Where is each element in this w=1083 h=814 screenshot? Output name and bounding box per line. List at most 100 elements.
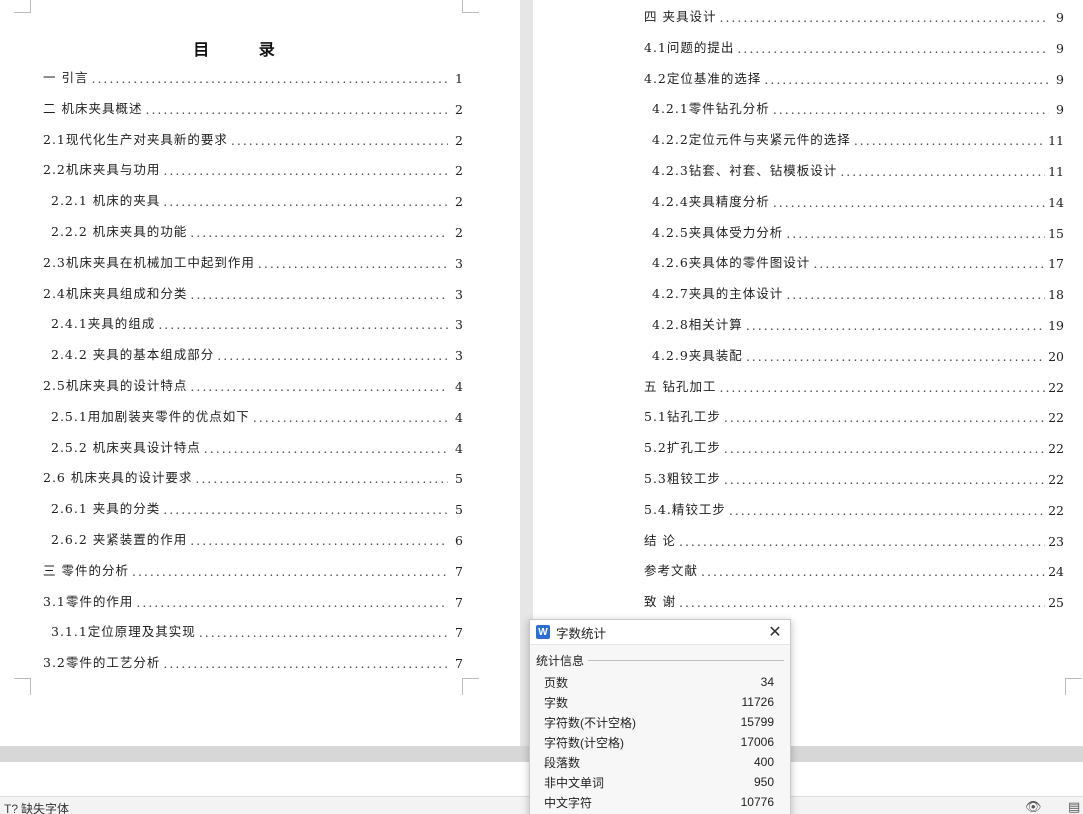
toc-entry-page: 22 <box>1048 379 1064 395</box>
toc-entry-page: 19 <box>1048 318 1064 333</box>
toc-entry-text: 4.2.7夹具的主体设计 <box>652 286 784 302</box>
toc-entry[interactable]: 三 零件的分析.................................… <box>43 559 463 579</box>
toc-entry-page: 2 <box>455 132 463 148</box>
toc-leader-dots: ........................................… <box>745 348 1045 364</box>
page-corner-mark <box>462 678 479 695</box>
toc-entry[interactable]: 5.2扩孔工步.................................… <box>644 436 1064 456</box>
toc-entry[interactable]: 4.2.5夹具体受力分析............................… <box>652 221 1064 241</box>
toc-entry[interactable]: 4.2.2定位元件与夹紧元件的选择.......................… <box>652 128 1064 148</box>
section-label: 统计信息 <box>536 654 585 668</box>
toc-entry-text: 3.2零件的工艺分析 <box>43 655 161 671</box>
dialog-titlebar[interactable]: W 字数统计 ✕ <box>530 620 790 645</box>
toc-entry[interactable]: 2.2.1 机床的夹具.............................… <box>51 189 463 209</box>
toc-entry[interactable]: 4.2.1零件钻孔分析.............................… <box>652 97 1064 117</box>
toc-entry-page: 2 <box>455 194 463 210</box>
toc-entry-page: 9 <box>1056 71 1064 87</box>
toc-leader-dots: ........................................… <box>190 225 448 240</box>
toc-entry[interactable]: 5.3粗铰工步.................................… <box>644 467 1064 487</box>
toc-entry-text: 二 机床夹具概述 <box>43 100 143 116</box>
toc-entry[interactable]: 4.2定位基准的选择..............................… <box>644 67 1064 87</box>
toc-entry-text: 4.2.2定位元件与夹紧元件的选择 <box>652 132 851 148</box>
toc-entry-text: 2.2机床夹具与功用 <box>43 162 161 178</box>
toc-entry-page: 3 <box>455 286 463 302</box>
toc-entry[interactable]: 2.5.2 机床夹具设计特点..........................… <box>51 436 463 456</box>
toc-entry-page: 22 <box>1048 502 1064 518</box>
toc-entry[interactable]: 结 论.....................................… <box>644 529 1064 549</box>
toc-entry[interactable]: 4.2.6夹具体的零件图设计..........................… <box>652 251 1064 271</box>
toc-entry-text: 一 引言 <box>43 70 89 85</box>
toc-entry[interactable]: 3.2零件的工艺分析..............................… <box>43 651 463 671</box>
toc-leader-dots: ........................................… <box>158 317 448 333</box>
toc-entry[interactable]: 3.1.1定位原理及其实现...........................… <box>51 620 463 640</box>
toc-leader-dots: ........................................… <box>131 563 448 579</box>
toc-entry[interactable]: 5.1钻孔工步.................................… <box>644 405 1064 425</box>
toc-leader-dots: ........................................… <box>678 533 1045 549</box>
toc-entry[interactable]: 参考文献....................................… <box>644 559 1064 579</box>
toc-entry[interactable]: 4.2.8相关计算...............................… <box>652 313 1064 333</box>
toc-entry-page: 9 <box>1056 40 1064 56</box>
toc-leader-dots: ........................................… <box>198 625 448 641</box>
stat-value: 34 <box>760 675 774 689</box>
toc-entry-page: 2 <box>455 163 463 179</box>
toc-entry-page: 2 <box>455 225 463 240</box>
page-corner-mark <box>14 0 31 13</box>
page-corner-mark <box>1065 678 1082 695</box>
toc-entry-text: 4.2.1零件钻孔分析 <box>652 101 770 117</box>
toc-entry[interactable]: 二 机床夹具概述................................… <box>43 97 463 117</box>
stat-row: 段落数 400 <box>544 752 774 772</box>
toc-entry[interactable]: 2.2机床夹具与功用..............................… <box>43 158 463 178</box>
eye-protection-icon[interactable]: 👁 <box>1025 799 1042 814</box>
toc-entry-page: 17 <box>1048 256 1064 272</box>
toc-entry[interactable]: 致 谢.....................................… <box>644 590 1064 610</box>
page-corner-mark <box>14 678 31 695</box>
missing-font-indicator[interactable]: T? 缺失字体 <box>4 800 69 814</box>
toc-leader-dots: ........................................… <box>772 102 1049 118</box>
toc-entry-text: 2.6.1 夹具的分类 <box>51 501 161 517</box>
toc-entry[interactable]: 2.6.1 夹具的分类.............................… <box>51 497 463 517</box>
toc-entry-text: 3.1零件的作用 <box>43 593 134 609</box>
toc-leader-dots: ........................................… <box>719 10 1049 25</box>
toc-entry-text: 2.5机床夹具的设计特点 <box>43 378 188 393</box>
toc-entry-text: 2.5.2 机床夹具设计特点 <box>51 439 201 455</box>
toc-entry[interactable]: 4.2.9夹具装配...............................… <box>652 344 1064 364</box>
toc-entry[interactable]: 2.1现代化生产对夹具新的要求.........................… <box>43 128 463 148</box>
toc-entry-text: 2.6 机床夹具的设计要求 <box>43 470 193 486</box>
stat-label: 非中文单词 <box>544 775 605 790</box>
page-view-icon[interactable]: ▤ <box>1068 799 1080 814</box>
toc-entry[interactable]: 2.5.1用加剧装夹零件的优点如下.......................… <box>51 405 463 425</box>
toc-leader-dots: ........................................… <box>853 133 1045 149</box>
toc-entry-page: 22 <box>1048 441 1064 457</box>
toc-entry[interactable]: 2.6 机床夹具的设计要求...........................… <box>43 466 463 486</box>
toc-leader-dots: ........................................… <box>136 594 448 610</box>
toc-entry[interactable]: 一 引言....................................… <box>43 66 463 86</box>
toc-entry[interactable]: 3.1零件的作用................................… <box>43 590 463 610</box>
toc-leader-dots: ........................................… <box>723 441 1045 457</box>
close-icon[interactable]: ✕ <box>766 622 784 642</box>
stat-row: 字符数(计空格) 17006 <box>544 732 774 752</box>
toc-entry[interactable]: 2.4.2 夹具的基本组成部分.........................… <box>51 343 463 363</box>
toc-leader-dots: ........................................… <box>195 471 448 487</box>
toc-entry[interactable]: 4.2.3钻套、衬套、钻模板设计........................… <box>652 159 1064 179</box>
toc-entry-text: 4.2.9夹具装配 <box>652 347 743 363</box>
toc-entry[interactable]: 2.2.2 机床夹具的功能...........................… <box>51 220 463 240</box>
toc-entry[interactable]: 2.4.1夹具的组成..............................… <box>51 312 463 332</box>
stat-value: 11726 <box>741 695 774 709</box>
stat-row: 字数 11726 <box>544 692 774 712</box>
toc-entry[interactable]: 四 夹具设计..................................… <box>644 5 1064 25</box>
toc-entry-text: 4.2.5夹具体受力分析 <box>652 224 784 240</box>
toc-entry[interactable]: 4.1问题的提出................................… <box>644 36 1064 56</box>
toc-entry-text: 5.1钻孔工步 <box>644 409 721 425</box>
toc-entry[interactable]: 5.4.精铰工步................................… <box>644 498 1064 518</box>
toc-entry[interactable]: 4.2.7夹具的主体设计............................… <box>652 282 1064 302</box>
toc-entry-text: 2.4机床夹具组成和分类 <box>43 285 188 301</box>
toc-entry[interactable]: 2.5机床夹具的设计特点............................… <box>43 374 463 394</box>
toc-leader-dots: ........................................… <box>91 71 448 86</box>
toc-entry-text: 2.6.2 夹紧装置的作用 <box>51 532 188 547</box>
toc-entry[interactable]: 4.2.4夹具精度分析.............................… <box>652 190 1064 210</box>
toc-entry[interactable]: 2.4机床夹具组成和分类............................… <box>43 282 463 302</box>
toc-entry[interactable]: 2.3机床夹具在机械加工中起到作用.......................… <box>43 251 463 271</box>
toc-entry[interactable]: 五 钻孔加工..................................… <box>644 375 1064 395</box>
stat-label: 段落数 <box>544 755 581 770</box>
toc-entry-page: 6 <box>455 533 463 548</box>
toc-entry[interactable]: 2.6.2 夹紧装置的作用...........................… <box>51 528 463 548</box>
